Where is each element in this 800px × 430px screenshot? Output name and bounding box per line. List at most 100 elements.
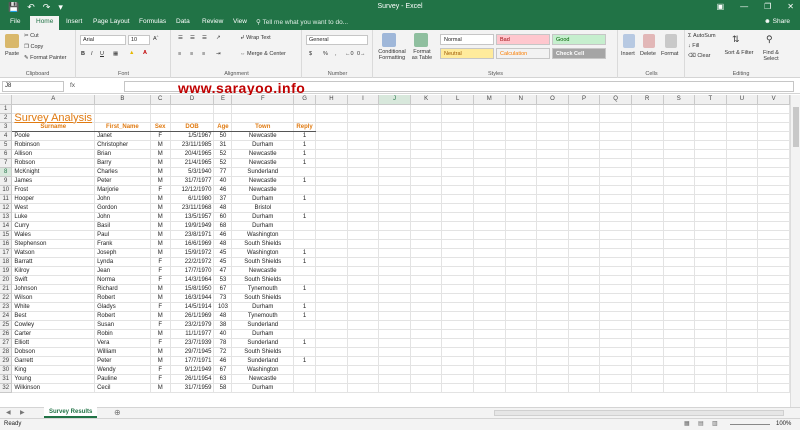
column-header[interactable]: I xyxy=(347,95,380,105)
cell[interactable] xyxy=(599,257,632,267)
cell[interactable] xyxy=(568,347,601,357)
cell[interactable] xyxy=(726,239,759,249)
row-header[interactable]: 10 xyxy=(0,185,13,195)
indent-icon[interactable]: ⇥ xyxy=(216,51,221,57)
cell[interactable] xyxy=(473,275,506,285)
cell[interactable] xyxy=(410,257,443,267)
cell[interactable] xyxy=(378,356,411,366)
data-cell[interactable]: Gordon xyxy=(94,203,151,213)
cell[interactable] xyxy=(473,356,506,366)
cell[interactable] xyxy=(663,383,696,393)
data-cell[interactable]: 45 xyxy=(213,248,233,258)
cell[interactable] xyxy=(631,329,664,339)
cell[interactable] xyxy=(378,149,411,159)
cell[interactable] xyxy=(536,257,569,267)
data-cell[interactable]: 46 xyxy=(213,185,233,195)
cell[interactable] xyxy=(568,104,601,114)
cell[interactable] xyxy=(726,185,759,195)
cell[interactable] xyxy=(505,239,538,249)
cell[interactable] xyxy=(473,329,506,339)
cell[interactable] xyxy=(568,257,601,267)
data-cell[interactable] xyxy=(293,266,317,276)
cell[interactable] xyxy=(293,104,317,114)
cell[interactable] xyxy=(347,356,380,366)
cell[interactable] xyxy=(505,320,538,330)
cell[interactable] xyxy=(473,248,506,258)
data-cell[interactable]: Bristol xyxy=(231,203,295,213)
cell[interactable] xyxy=(536,122,569,132)
sheet-tab-survey-results[interactable]: Survey Results xyxy=(44,407,98,418)
ribbon-display-icon[interactable]: ▣ xyxy=(717,2,725,11)
data-cell[interactable]: 38 xyxy=(213,320,233,330)
cell[interactable] xyxy=(410,104,443,114)
cell[interactable] xyxy=(694,113,727,123)
column-header[interactable]: L xyxy=(441,95,474,105)
data-cell[interactable]: 37 xyxy=(213,194,233,204)
cell[interactable] xyxy=(757,185,790,195)
cell[interactable] xyxy=(315,347,348,357)
cell[interactable] xyxy=(441,104,474,114)
cell[interactable] xyxy=(410,212,443,222)
data-cell[interactable]: 31/7/1959 xyxy=(170,383,215,393)
data-cell[interactable]: Swift xyxy=(11,275,96,285)
data-cell[interactable]: M xyxy=(150,383,171,393)
cell[interactable] xyxy=(663,194,696,204)
cell[interactable] xyxy=(694,239,727,249)
style-calculation[interactable]: Calculation xyxy=(496,48,550,59)
cell[interactable] xyxy=(347,194,380,204)
cell[interactable] xyxy=(315,302,348,312)
cell[interactable] xyxy=(568,122,601,132)
cell[interactable] xyxy=(505,284,538,294)
cell[interactable] xyxy=(347,149,380,159)
cell[interactable] xyxy=(757,275,790,285)
cell[interactable] xyxy=(441,185,474,195)
copy-button[interactable]: ❐ Copy xyxy=(24,44,43,50)
cell[interactable] xyxy=(757,158,790,168)
cell[interactable] xyxy=(315,239,348,249)
cell[interactable] xyxy=(505,329,538,339)
data-cell[interactable]: 1 xyxy=(293,284,317,294)
cell[interactable] xyxy=(505,212,538,222)
cell[interactable] xyxy=(347,347,380,357)
cell[interactable] xyxy=(536,347,569,357)
cell[interactable] xyxy=(441,338,474,348)
data-cell[interactable]: Elliott xyxy=(11,338,96,348)
cell[interactable] xyxy=(410,122,443,132)
data-cell[interactable]: John xyxy=(94,194,151,204)
data-cell[interactable]: South Shields xyxy=(231,275,295,285)
cell[interactable] xyxy=(441,266,474,276)
cell[interactable] xyxy=(631,275,664,285)
data-cell[interactable]: 23/8/1971 xyxy=(170,230,215,240)
column-header[interactable]: Q xyxy=(599,95,632,105)
cell[interactable] xyxy=(315,104,348,114)
data-cell[interactable]: Wales xyxy=(11,230,96,240)
cell[interactable] xyxy=(441,221,474,231)
cell[interactable] xyxy=(536,338,569,348)
italic-button[interactable]: I xyxy=(91,51,93,57)
data-cell[interactable]: 45 xyxy=(213,257,233,267)
cell[interactable] xyxy=(315,185,348,195)
cell[interactable] xyxy=(694,302,727,312)
cell[interactable] xyxy=(315,194,348,204)
cell[interactable] xyxy=(536,275,569,285)
merge-center-button[interactable]: ⇔ Merge & Center xyxy=(240,51,286,57)
cell[interactable] xyxy=(663,284,696,294)
align-center-icon[interactable]: ≡ xyxy=(190,51,193,57)
cell[interactable] xyxy=(315,230,348,240)
row-header[interactable]: 20 xyxy=(0,275,13,285)
cell[interactable] xyxy=(410,275,443,285)
data-cell[interactable]: 5/3/1940 xyxy=(170,167,215,177)
cell[interactable] xyxy=(315,338,348,348)
header-cell[interactable]: Sex xyxy=(150,122,171,132)
cell[interactable] xyxy=(568,284,601,294)
data-cell[interactable]: Sunderland xyxy=(231,356,295,366)
cell[interactable] xyxy=(568,275,601,285)
data-cell[interactable]: Durham xyxy=(231,194,295,204)
cell[interactable] xyxy=(568,185,601,195)
page-break-view-icon[interactable]: ▥ xyxy=(712,420,718,427)
data-cell[interactable]: Richard xyxy=(94,284,151,294)
row-header[interactable]: 13 xyxy=(0,212,13,222)
cell[interactable] xyxy=(694,347,727,357)
cell[interactable] xyxy=(441,365,474,375)
column-header[interactable]: G xyxy=(293,95,317,105)
